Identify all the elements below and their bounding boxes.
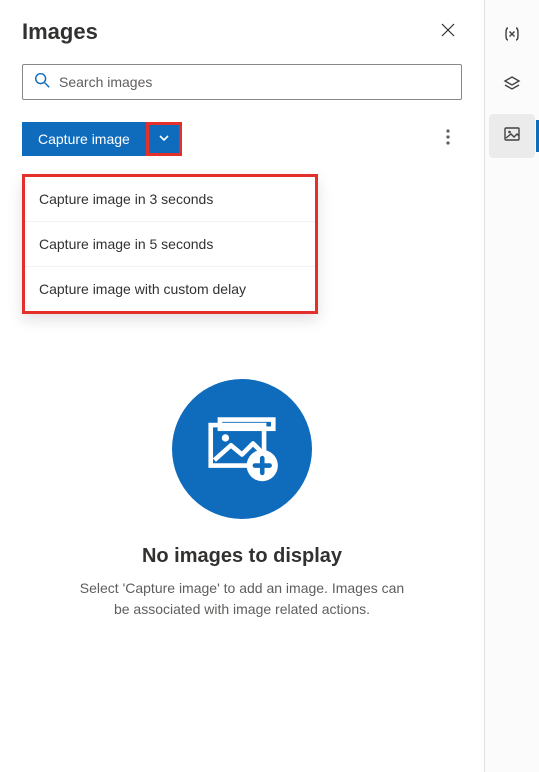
variables-icon	[502, 24, 522, 49]
dropdown-item-custom[interactable]: Capture image with custom delay	[25, 267, 315, 311]
empty-state-image-icon	[172, 379, 312, 519]
capture-button[interactable]: Capture image	[22, 122, 146, 156]
capture-dropdown-highlight	[146, 122, 182, 156]
dropdown-item-label: Capture image in 3 seconds	[39, 191, 213, 207]
more-options-button[interactable]	[434, 125, 462, 153]
layers-icon	[502, 74, 522, 99]
panel-header: Images	[22, 18, 462, 46]
rail-item-variables[interactable]	[489, 14, 535, 58]
capture-split-button: Capture image	[22, 122, 182, 156]
empty-state: No images to display Select 'Capture ima…	[22, 236, 462, 762]
rail-item-images[interactable]	[489, 114, 535, 158]
more-vertical-icon	[446, 129, 450, 150]
dropdown-item-label: Capture image with custom delay	[39, 281, 246, 297]
rail-item-layers[interactable]	[489, 64, 535, 108]
chevron-down-icon	[158, 132, 170, 147]
toolbar: Capture image	[22, 122, 462, 156]
empty-state-description: Select 'Capture image' to add an image. …	[77, 578, 407, 620]
images-panel: Images Capture image	[0, 0, 485, 772]
dropdown-item-3s[interactable]: Capture image in 3 seconds	[25, 177, 315, 222]
close-icon	[441, 23, 455, 42]
search-input[interactable]	[59, 74, 451, 90]
image-icon	[502, 124, 522, 149]
side-rail	[485, 0, 539, 772]
capture-dropdown-menu: Capture image in 3 seconds Capture image…	[22, 174, 318, 314]
page-title: Images	[22, 19, 98, 45]
search-icon	[33, 71, 59, 94]
empty-state-title: No images to display	[142, 545, 342, 568]
close-button[interactable]	[434, 18, 462, 46]
capture-dropdown-toggle[interactable]	[149, 125, 179, 153]
dropdown-item-label: Capture image in 5 seconds	[39, 236, 213, 252]
search-box[interactable]	[22, 64, 462, 100]
capture-button-label: Capture image	[38, 131, 130, 147]
dropdown-item-5s[interactable]: Capture image in 5 seconds	[25, 222, 315, 267]
